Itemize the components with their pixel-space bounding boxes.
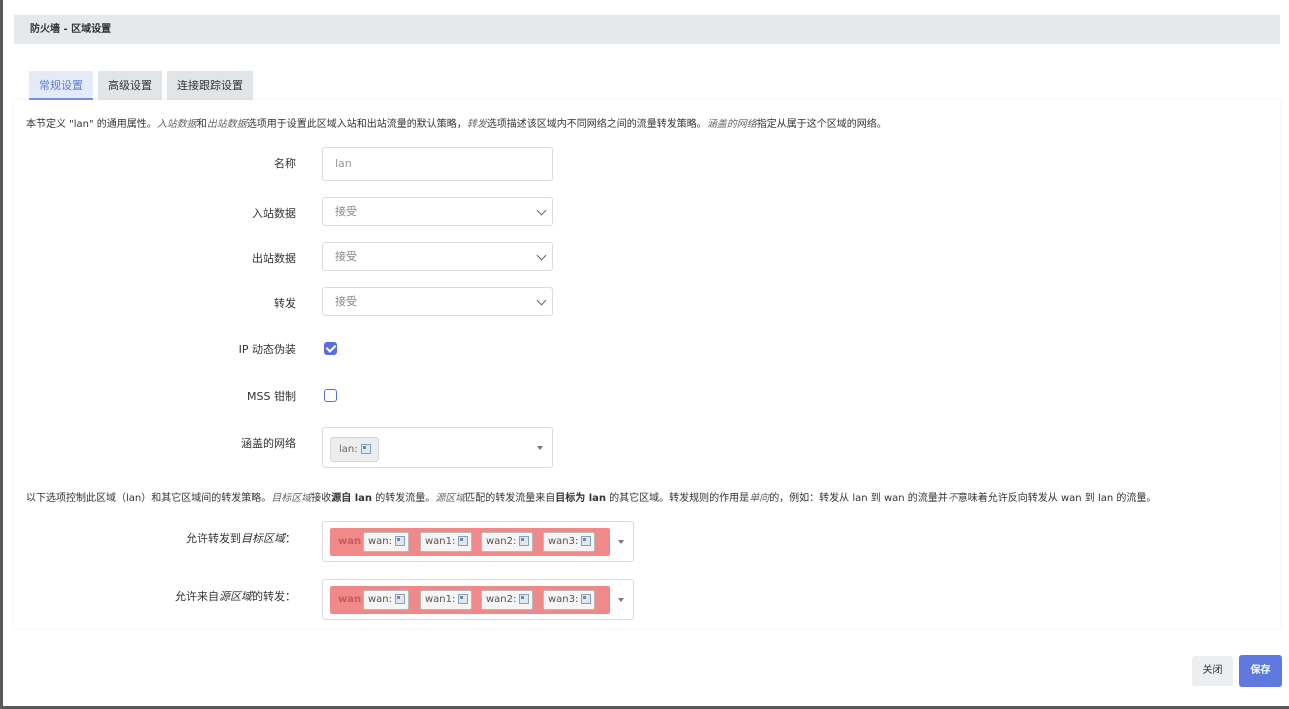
name-label: 名称 — [274, 157, 296, 170]
general-settings-panel: 本节定义 "lan" 的通用属性。入站数据和出站数据选项用于设置此区域入站和出站… — [14, 100, 1280, 628]
caret-down-icon — [618, 598, 624, 602]
forward-src-label: 允许来自源区域的转发： — [175, 590, 296, 603]
name-input[interactable]: lan — [322, 147, 553, 181]
network-chip-wan: wan: — [363, 590, 410, 610]
masquerading-label: IP 动态伪装 — [238, 343, 296, 356]
caret-down-icon — [618, 540, 624, 544]
chevron-down-icon — [536, 205, 547, 216]
chevron-down-icon — [536, 295, 547, 306]
network-chip-wan2: wan2: — [481, 590, 534, 610]
mss-clamping-checkbox[interactable] — [324, 389, 337, 402]
input-policy-label: 入站数据 — [252, 207, 296, 220]
save-button[interactable]: 保存 — [1239, 655, 1282, 687]
network-chip-wan: wan: — [363, 532, 410, 552]
network-icon — [518, 535, 530, 546]
tab-advanced-settings[interactable]: 高级设置 — [98, 71, 162, 100]
input-policy-value: 接受 — [335, 205, 357, 218]
network-icon — [457, 593, 469, 604]
network-chip-wan3: wan3: — [543, 532, 596, 552]
input-policy-select[interactable]: 接受 — [322, 197, 553, 226]
network-chip-wan1: wan1: — [420, 532, 473, 552]
network-icon — [518, 593, 530, 604]
forward-policy-value: 接受 — [335, 295, 357, 308]
caret-down-icon — [537, 446, 543, 450]
network-chip-lan: lan: — [330, 437, 379, 462]
network-icon — [457, 535, 469, 546]
network-icon — [580, 593, 592, 604]
forward-dest-select[interactable]: wan wan: wan1: wan2: wan3: — [322, 521, 634, 562]
zone-settings-modal: 防火墙 - 区域设置 常规设置 高级设置 连接跟踪设置 本节定义 "lan" 的… — [3, 0, 1289, 706]
tab-bar: 常规设置 高级设置 连接跟踪设置 — [29, 71, 258, 100]
section-description: 本节定义 "lan" 的通用属性。入站数据和出站数据选项用于设置此区域入站和出站… — [26, 119, 887, 130]
masquerading-checkbox[interactable] — [324, 342, 337, 355]
tab-general-settings[interactable]: 常规设置 — [29, 71, 93, 100]
network-icon — [580, 535, 592, 546]
network-icon — [394, 535, 406, 546]
forwarding-description: 以下选项控制此区域（lan）和其它区域间的转发策略。目标区域接收源自 lan 的… — [26, 493, 1157, 504]
close-button[interactable]: 关闭 — [1192, 656, 1233, 686]
tab-conntrack-settings[interactable]: 连接跟踪设置 — [167, 71, 253, 100]
output-policy-label: 出站数据 — [252, 252, 296, 265]
forward-src-select[interactable]: wan wan: wan1: wan2: wan3: — [322, 579, 634, 620]
network-chip-wan1: wan1: — [420, 590, 473, 610]
network-chip-wan3: wan3: — [543, 590, 596, 610]
mss-clamping-label: MSS 钳制 — [247, 390, 296, 403]
network-chip-wan2: wan2: — [481, 532, 534, 552]
modal-title: 防火墙 - 区域设置 — [14, 15, 1280, 44]
output-policy-select[interactable]: 接受 — [322, 242, 553, 271]
network-icon — [394, 593, 406, 604]
zone-badge-wan: wan wan: wan1: wan2: wan3: — [330, 528, 610, 556]
covered-networks-label: 涵盖的网络 — [241, 437, 296, 450]
forward-dest-label: 允许转发到目标区域： — [186, 532, 296, 545]
forward-policy-select[interactable]: 接受 — [322, 287, 553, 316]
network-icon — [360, 443, 371, 454]
covered-networks-select[interactable]: lan: — [322, 427, 553, 468]
output-policy-value: 接受 — [335, 250, 357, 263]
forward-policy-label: 转发 — [274, 297, 296, 310]
chevron-down-icon — [536, 250, 547, 261]
zone-badge-wan: wan wan: wan1: wan2: wan3: — [330, 586, 610, 614]
